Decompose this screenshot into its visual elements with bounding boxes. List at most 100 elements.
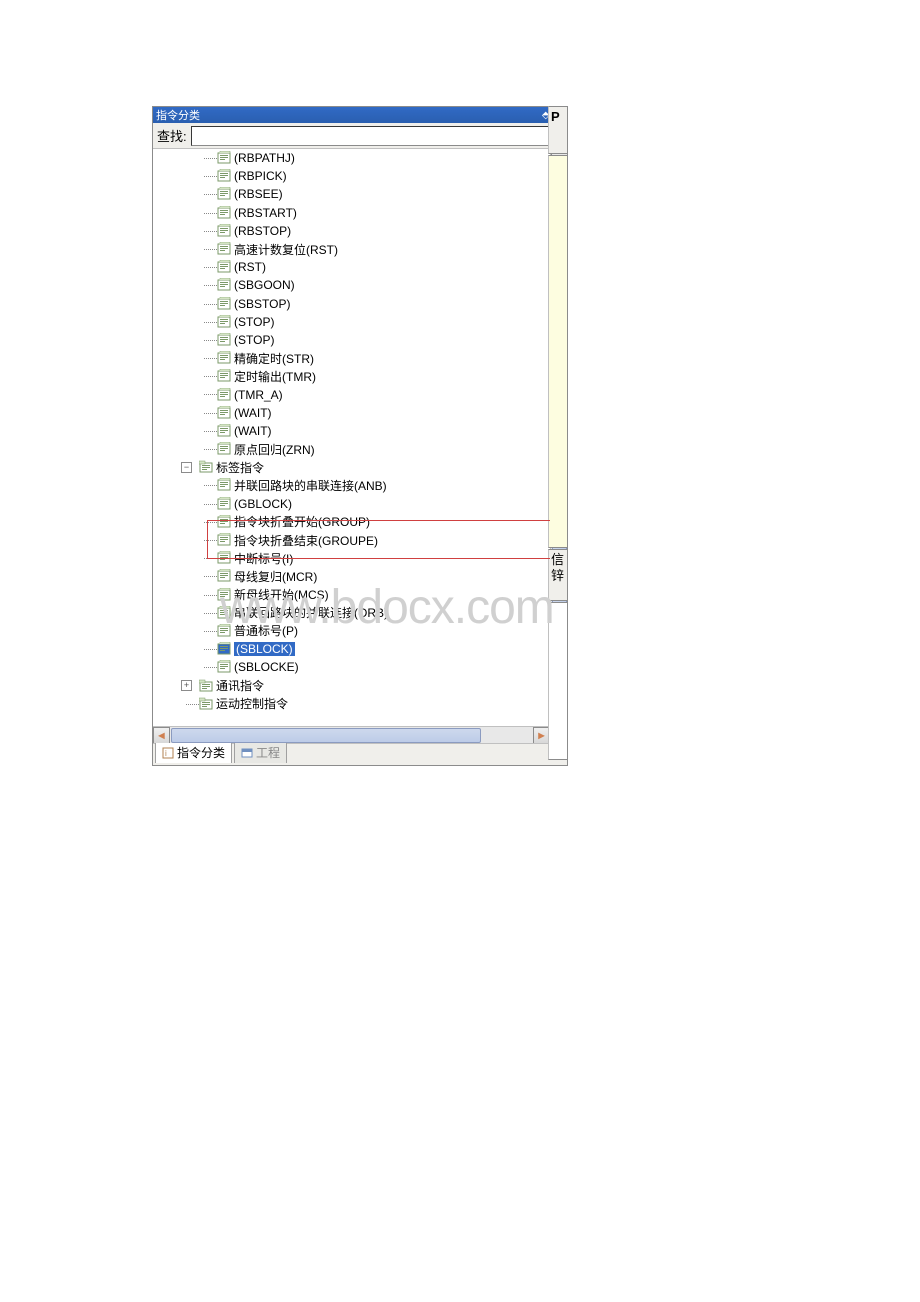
tree-item-label: (WAIT) [234, 424, 272, 438]
tree-folder[interactable]: − 标签指令 [153, 458, 550, 476]
tree-item[interactable]: 原点回归(ZRN) [153, 440, 550, 458]
tree-item-label: 指令块折叠开始(GROUP) [234, 513, 370, 530]
tree-item-label: 串联回路块的并联连接(ORB) [234, 604, 388, 621]
svg-text:i: i [165, 749, 167, 758]
tree-item[interactable]: (RBPATHJ) [153, 149, 550, 167]
item-icon [217, 478, 231, 492]
item-icon [217, 606, 231, 620]
tree-item[interactable]: (WAIT) [153, 404, 550, 422]
item-icon [217, 187, 231, 201]
tree-item-label: 定时输出(TMR) [234, 368, 316, 385]
item-icon [217, 224, 231, 238]
tree-item[interactable]: (RBSTOP) [153, 222, 550, 240]
item-icon [217, 169, 231, 183]
search-label: 查找: [157, 126, 187, 145]
item-icon [217, 351, 231, 365]
tree-item-label: (RBSTOP) [234, 224, 291, 238]
right-letter: P [551, 109, 560, 124]
tree-folder[interactable]: 运动控制指令 [153, 695, 550, 713]
tree-item[interactable]: (TMR_A) [153, 385, 550, 403]
tree-item[interactable]: 指令块折叠开始(GROUP) [153, 513, 550, 531]
tree-item[interactable]: (RST) [153, 258, 550, 276]
horizontal-scrollbar[interactable]: ◀ ▶ [153, 726, 550, 743]
tab-icon [241, 747, 253, 759]
tree-item-label: (RBSEE) [234, 187, 283, 201]
tree-folder-label: 运动控制指令 [216, 695, 288, 712]
tree-item[interactable]: (SBLOCKE) [153, 658, 550, 676]
panel-title: 指令分类 [156, 107, 200, 123]
item-icon [217, 297, 231, 311]
tab-instruction-category[interactable]: i 指令分类 [155, 741, 232, 763]
tab-project[interactable]: 工程 [234, 741, 287, 763]
tree-item-label: 原点回归(ZRN) [234, 441, 315, 458]
tree-item-label: 高速计数复位(RST) [234, 241, 338, 258]
tree-item[interactable]: (WAIT) [153, 422, 550, 440]
tree-item[interactable]: (SBSTOP) [153, 295, 550, 313]
tree-item[interactable]: 精确定时(STR) [153, 349, 550, 367]
tree-item[interactable]: (STOP) [153, 313, 550, 331]
item-icon [217, 624, 231, 638]
hscroll-thumb[interactable] [171, 728, 481, 743]
tree-item[interactable]: 中断标号(I) [153, 549, 550, 567]
tree-item[interactable]: 并联回路块的串联连接(ANB) [153, 476, 550, 494]
tree-item-label: (STOP) [234, 315, 274, 329]
item-icon [217, 424, 231, 438]
tree-item-label: 并联回路块的串联连接(ANB) [234, 477, 387, 494]
bottom-tab-strip: i 指令分类 工程 [153, 743, 567, 763]
tree-item[interactable]: 定时输出(TMR) [153, 367, 550, 385]
expander-icon[interactable]: + [181, 680, 192, 691]
right-panels: P 信 锌 [548, 106, 568, 766]
tree-item-label: (SBLOCK) [234, 642, 295, 656]
item-icon [217, 278, 231, 292]
tree-item[interactable]: 串联回路块的并联连接(ORB) [153, 604, 550, 622]
right-label-2: 锌 [551, 568, 565, 584]
right-info-panel: 信 锌 [548, 549, 568, 601]
tree-viewport: (RBPATHJ) (RBPICK) (RBSEE) (RBSTART) (RBSTOP… [153, 149, 567, 743]
tree-item-label: (TMR_A) [234, 388, 283, 402]
tree-folder-label: 标签指令 [216, 459, 264, 476]
search-input[interactable] [191, 126, 563, 146]
folder-icon [199, 460, 213, 474]
tree-item-label: (RBSTART) [234, 206, 297, 220]
tree-item-label: (GBLOCK) [234, 497, 292, 511]
folder-icon [199, 697, 213, 711]
tree-item[interactable]: (SBGOON) [153, 276, 550, 294]
item-icon [217, 206, 231, 220]
tree-item[interactable]: (GBLOCK) [153, 495, 550, 513]
item-icon [217, 369, 231, 383]
tree-item[interactable]: (SBLOCK) [153, 640, 550, 658]
tree-item[interactable]: 新母线开始(MCS) [153, 586, 550, 604]
instruction-panel: 指令分类 ⬘ ✕ 查找: (RBPATHJ)(RBPICK)(RBSEE)(RB… [152, 106, 568, 766]
tree-item-label: 中断标号(I) [234, 550, 293, 567]
right-top-panel: P [548, 106, 568, 154]
tree-item[interactable]: (RBSTART) [153, 204, 550, 222]
tree-item-label: (SBGOON) [234, 278, 295, 292]
tree-item[interactable]: (RBPICK) [153, 167, 550, 185]
item-icon [217, 551, 231, 565]
tree-item[interactable]: (RBSEE) [153, 185, 550, 203]
tab-label: 指令分类 [177, 744, 225, 761]
item-icon [217, 242, 231, 256]
right-label-1: 信 [551, 552, 565, 568]
item-icon [217, 260, 231, 274]
tree-item[interactable]: 高速计数复位(RST) [153, 240, 550, 258]
scroll-left-button[interactable]: ◀ [153, 727, 170, 743]
tree-item-label: (SBSTOP) [234, 297, 290, 311]
item-icon [217, 515, 231, 529]
item-icon [217, 151, 231, 165]
tree-item[interactable]: 母线复归(MCR) [153, 567, 550, 585]
tree-item[interactable]: 指令块折叠结束(GROUPE) [153, 531, 550, 549]
item-icon [217, 406, 231, 420]
tree-item-label: 指令块折叠结束(GROUPE) [234, 532, 378, 549]
panel-titlebar: 指令分类 ⬘ ✕ [153, 107, 567, 123]
item-icon [217, 660, 231, 674]
tree-item-label: (RBPATHJ) [234, 151, 295, 165]
right-blank-panel [548, 602, 568, 760]
expander-icon[interactable]: − [181, 462, 192, 473]
tree-item[interactable]: 普通标号(P) [153, 622, 550, 640]
tree-item[interactable]: (STOP) [153, 331, 550, 349]
item-icon [217, 642, 231, 656]
item-icon [217, 569, 231, 583]
tree-folder-label: 通讯指令 [216, 677, 264, 694]
tree-folder[interactable]: + 通讯指令 [153, 676, 550, 694]
